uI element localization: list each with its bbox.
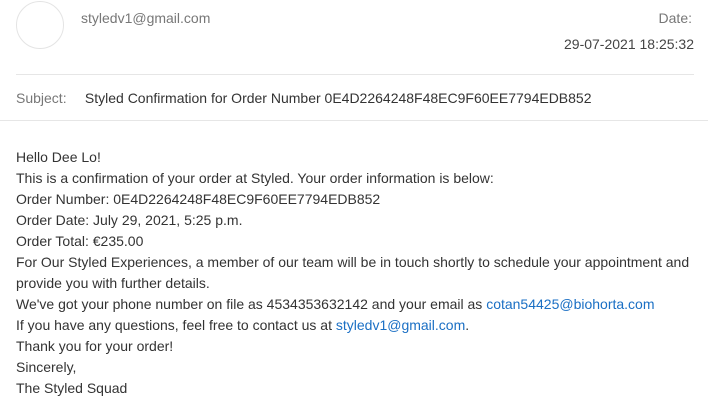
order-number: Order Number: 0E4D2264248F48EC9F60EE7794… [16, 191, 381, 207]
email-header: styledv1@gmail.com Date: 29-07-2021 18:2… [0, 0, 708, 75]
intro-text: This is a confirmation of your order at … [16, 170, 494, 186]
contact-on-file-text: We've got your phone number on file as 4… [16, 296, 487, 312]
questions-text: If you have any questions, feel free to … [16, 317, 336, 333]
header-divider [16, 74, 694, 75]
sender-email: styledv1@gmail.com [81, 10, 211, 26]
signoff: Sincerely, [16, 359, 77, 375]
order-total: Order Total: €235.00 [16, 233, 144, 249]
subject-text: Styled Confirmation for Order Number 0E4… [84, 90, 592, 106]
subject-label: Subject: [16, 90, 67, 106]
sender-avatar [16, 1, 64, 49]
order-date: Order Date: July 29, 2021, 5:25 p.m. [16, 212, 243, 228]
date-label: Date: [658, 10, 692, 26]
support-email-link[interactable]: styledv1@gmail.com [336, 317, 465, 333]
thanks-line: Thank you for your order! [16, 338, 174, 354]
customer-email-link[interactable]: cotan54425@biohorta.com [486, 296, 654, 312]
questions-line: If you have any questions, feel free to … [16, 315, 696, 336]
signature: The Styled Squad [16, 380, 128, 396]
subject-divider [0, 120, 708, 121]
subject-row: Subject: Styled Confirmation for Order N… [16, 90, 592, 106]
date-value: 29-07-2021 18:25:32 [564, 36, 694, 52]
email-body: Hello Dee Lo! This is a confirmation of … [16, 147, 696, 399]
greeting: Hello Dee Lo! [16, 149, 101, 165]
experiences-note: For Our Styled Experiences, a member of … [16, 254, 690, 291]
contact-on-file: We've got your phone number on file as 4… [16, 294, 696, 315]
questions-suffix: . [465, 317, 470, 333]
